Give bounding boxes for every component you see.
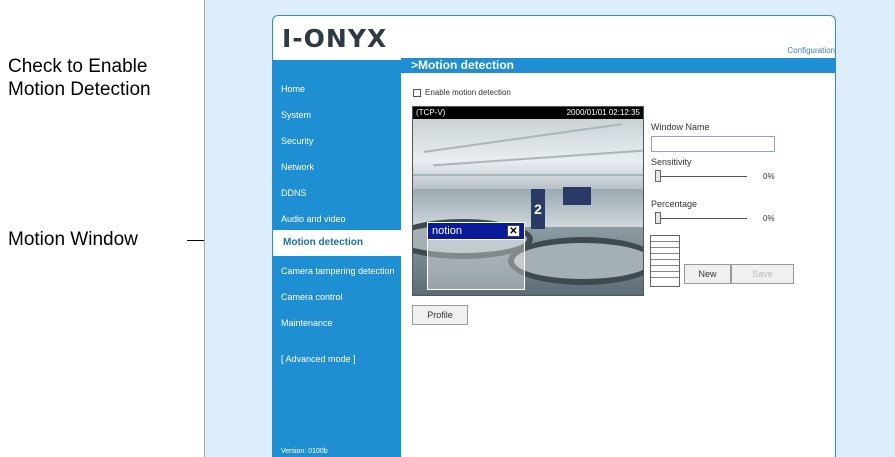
sidebar-item-maintenance[interactable]: Maintenance — [281, 318, 333, 328]
percentage-slider-track[interactable] — [655, 218, 747, 219]
window-name-input[interactable] — [651, 136, 775, 152]
enable-callout: Check to Enable Motion Detection — [8, 55, 151, 101]
sensitivity-slider-thumb[interactable] — [655, 170, 661, 182]
sidebar-item-camera-tampering[interactable]: Camera tampering detection — [281, 266, 395, 276]
enable-callout-line1: Check to Enable — [8, 56, 148, 77]
configuration-link[interactable]: Configuration — [787, 46, 835, 55]
motion-window-titlebar[interactable]: notion ✕ — [427, 222, 525, 240]
percentage-slider-thumb[interactable] — [655, 212, 661, 224]
percentage-value: 0% — [763, 214, 775, 223]
video-ceiling — [413, 119, 643, 189]
sensitivity-label: Sensitivity — [651, 157, 692, 167]
enable-motion-row: Enable motion detection — [413, 88, 511, 97]
save-button[interactable]: Save — [731, 264, 794, 284]
sidebar-item-ddns[interactable]: DDNS — [281, 188, 307, 198]
enable-motion-checkbox[interactable] — [413, 88, 421, 97]
enable-callout-line2: Motion Detection — [8, 79, 151, 100]
sensitivity-slider-track[interactable] — [655, 176, 747, 177]
enable-motion-label: Enable motion detection — [425, 88, 511, 97]
sidebar-item-security[interactable]: Security — [281, 136, 314, 146]
percentage-label: Percentage — [651, 199, 698, 209]
window-list[interactable] — [650, 235, 680, 287]
video-status-bar: (TCP-V) 2000/01/01 02:12:35 — [413, 107, 643, 119]
sidebar-item-audio-video[interactable]: Audio and video — [281, 214, 346, 224]
motion-window-callout: Motion Window — [8, 229, 138, 250]
sensitivity-value: 0% — [763, 172, 775, 181]
sidebar-item-system[interactable]: System — [281, 110, 311, 120]
close-icon[interactable]: ✕ — [507, 225, 520, 237]
video-stream-label: (TCP-V) — [416, 108, 446, 117]
sidebar-item-motion-detection[interactable]: Motion detection — [273, 230, 401, 256]
motion-window-label: notion — [432, 225, 462, 237]
sidebar-item-advanced-mode[interactable]: [ Advanced mode ] — [281, 354, 356, 364]
sidebar-item-network[interactable]: Network — [281, 162, 314, 172]
version-label: Version: 0100b — [281, 448, 328, 455]
page-title: >Motion detection — [401, 58, 835, 73]
profile-button[interactable]: Profile — [412, 305, 468, 325]
window-name-label: Window Name — [651, 122, 710, 132]
sidebar: Home System Security Network DDNS Audio … — [273, 60, 401, 457]
motion-window-area[interactable] — [427, 240, 525, 290]
video-timestamp: 2000/01/01 02:12:35 — [566, 108, 640, 117]
logo: I-ONYX — [282, 24, 388, 53]
new-window-button[interactable]: New — [684, 264, 731, 284]
video-pillar-sign: 2 — [531, 189, 545, 229]
sidebar-item-home[interactable]: Home — [281, 84, 305, 94]
sidebar-item-camera-control[interactable]: Camera control — [281, 292, 343, 302]
video-overhead-sign — [563, 187, 591, 205]
